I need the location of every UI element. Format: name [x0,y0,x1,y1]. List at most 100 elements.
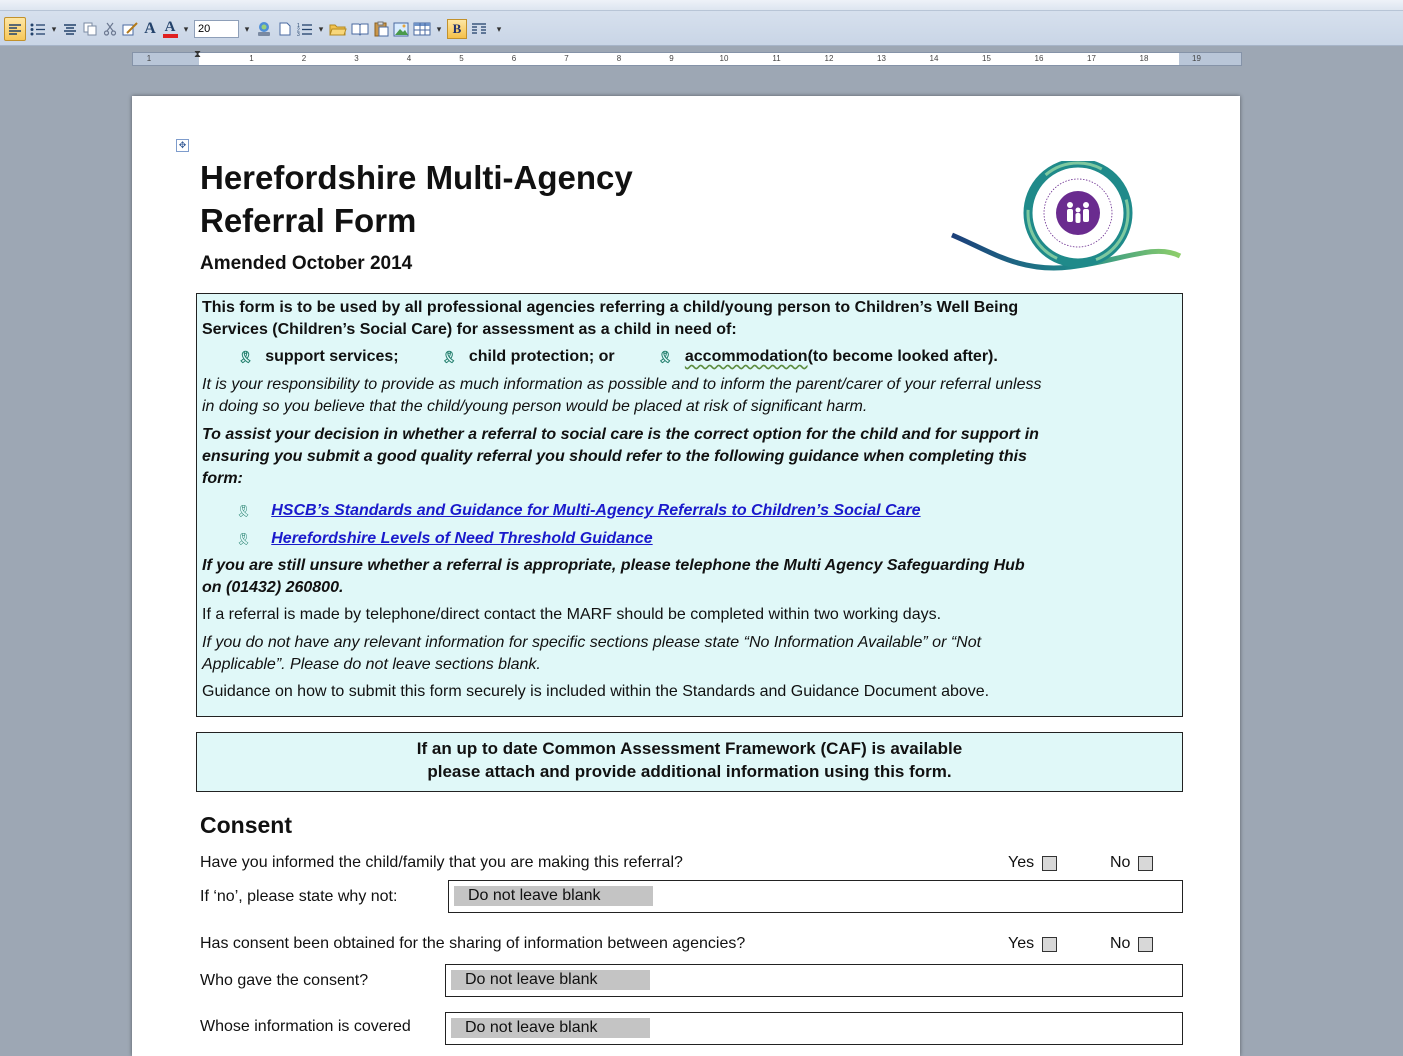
ruler-tick-label: 5 [459,54,464,63]
ruler-tick-label: 3 [354,54,359,63]
font-color-dropdown-icon[interactable]: ▾ [182,18,190,40]
ruler-tick-label: 12 [824,54,834,63]
ruler-tick-label: 17 [1087,54,1096,63]
ruler-tick-label: 13 [877,54,886,63]
caf-info-box: If an up to date Common Assessment Frame… [196,732,1183,792]
responsibility-line-2: in doing so you believe that the child/y… [202,398,868,415]
assist-line-1: To assist your decision in whether a ref… [202,426,1039,443]
no-info-line-2: Applicable”. Please do not leave section… [202,656,541,673]
align-left-icon[interactable] [4,17,26,41]
customize-toolbar-icon[interactable]: ▾ [495,18,503,40]
numbering-icon[interactable]: 123 [297,18,313,40]
threshold-guidance-link[interactable]: Herefordshire Levels of Need Threshold G… [271,530,652,548]
informed-yes-option[interactable]: Yes [1008,854,1058,872]
copy-icon[interactable] [82,18,98,40]
who-gave-consent-field[interactable]: Do not leave blank [445,964,1183,997]
yes-label: Yes [1008,854,1035,871]
new-page-icon[interactable] [277,18,293,40]
informed-question: Have you informed the child/family that … [200,854,683,871]
align-center-icon[interactable] [62,18,78,40]
informed-no-checkbox[interactable] [1138,855,1154,871]
intro-text-line-1: This form is to be used by all professio… [202,299,1019,316]
bullets-icon[interactable] [30,18,46,40]
numbering-dropdown-icon[interactable]: ▾ [317,18,325,40]
ruler-tick-label: 19 [1192,54,1201,63]
ruler-tick-label: 9 [669,54,674,63]
consent-no-option[interactable]: No [1110,935,1154,953]
whose-information-field[interactable]: Do not leave blank [445,1012,1183,1045]
telephone-referral-text: If a referral is made by telephone/direc… [202,606,942,623]
cut-icon[interactable] [102,18,118,40]
toolbar-top-strip [0,0,1403,11]
informed-yes-checkbox[interactable] [1042,855,1058,871]
who-gave-consent-placeholder[interactable]: Do not leave blank [451,970,650,990]
submit-guidance-text: Guidance on how to submit this form secu… [202,683,990,700]
indent-marker-icon[interactable]: ⧗ [194,49,201,60]
ribbon-bullet-icon: 🎗︎ [238,350,254,364]
font-size-field[interactable]: 20 [194,20,239,38]
bullet-accommodation: 🎗︎ accommodation (to become looked after… [658,347,998,367]
table-dropdown-icon[interactable]: ▾ [435,18,443,40]
why-not-field[interactable]: Do not leave blank [448,880,1183,913]
find-icon[interactable] [255,18,273,40]
ruler-tick-label: 1 [146,54,152,63]
consent-sharing-question: Has consent been obtained for the sharin… [200,935,746,952]
ruler-tick-label: 1 [249,54,254,63]
informed-no-option[interactable]: No [1110,854,1154,872]
ruler-tick-label: 4 [406,54,412,63]
consent-yes-checkbox[interactable] [1042,936,1058,952]
standards-guidance-link[interactable]: HSCB’s Standards and Guidance for Multi-… [271,502,920,520]
ruler-tick-label: 16 [1034,54,1044,63]
open-folder-icon[interactable] [329,18,347,40]
bullet-label: child protection; or [468,348,615,365]
ruler-tick-label: 8 [616,54,622,63]
document-page[interactable]: ✥ Herefordshire Multi-Agency Referral Fo… [132,96,1240,1056]
ruler-tick-label: 7 [564,54,569,63]
table-move-handle-icon[interactable]: ✥ [176,139,189,152]
bullets-dropdown-icon[interactable]: ▾ [50,18,58,40]
title-line-1: Herefordshire Multi-Agency [200,159,633,196]
svg-text:3: 3 [297,32,300,36]
consent-yes-option[interactable]: Yes [1008,935,1058,953]
who-gave-consent-label: Who gave the consent? [200,972,369,989]
why-not-placeholder[interactable]: Do not leave blank [454,886,653,906]
bold-button[interactable]: B [447,19,467,39]
unsure-line-2: on (01432) 260800. [202,579,344,596]
ribbon-bullet-icon: 🎗︎ [441,350,457,364]
picture-icon[interactable] [393,18,409,40]
reading-view-icon[interactable] [351,18,369,40]
why-not-label: If ‘no’, please state why not: [200,888,398,905]
format-painter-icon[interactable] [122,18,138,40]
guidance-link-row: 🎗︎ Herefordshire Levels of Need Threshol… [236,525,1177,553]
need-bullets: 🎗︎ support services; 🎗︎ child protection… [238,347,1177,367]
font-size-dropdown-icon[interactable]: ▾ [243,18,251,40]
intro-info-box: This form is to be used by all professio… [196,293,1183,717]
ribbon-bullet-icon: 🎗︎ [236,532,252,546]
caf-line-2: please attach and provide additional inf… [427,762,952,781]
grow-font-icon[interactable]: A [142,18,158,40]
ruler-tick-label: 18 [1139,54,1149,63]
ribbon-bullet-icon: 🎗︎ [236,504,252,518]
spellcheck-word[interactable]: accommodation [685,347,808,367]
no-info-line-1: If you do not have any relevant informat… [202,634,982,651]
columns-icon[interactable] [471,18,487,40]
font-color-icon[interactable]: A [162,18,178,40]
whose-information-placeholder[interactable]: Do not leave blank [451,1018,650,1038]
ruler-tick-label: 2 [301,54,307,63]
no-label: No [1110,935,1131,952]
safeguarding-board-logo [951,161,1182,271]
ruler-tick-label: 15 [982,54,991,63]
bullet-label: support services; [265,348,399,365]
consent-no-checkbox[interactable] [1138,936,1154,952]
assist-line-3: form: [202,470,243,487]
ruler-tick-label: 14 [929,54,939,63]
unsure-line-1: If you are still unsure whether a referr… [202,557,1025,574]
whose-information-label: Whose information is covered [200,1018,411,1035]
assist-line-2: ensuring you submit a good quality refer… [202,448,1027,465]
horizontal-ruler[interactable]: 1 1 2 3 4 5 6 7 8 9 10 11 12 13 14 15 16 17 18 19 ⧗ [132,49,1242,66]
paste-icon[interactable] [373,18,389,40]
table-icon[interactable] [413,18,431,40]
ruler-right-margin [1179,53,1241,65]
consent-heading: Consent [200,812,292,838]
ruler-left-margin [133,53,199,65]
